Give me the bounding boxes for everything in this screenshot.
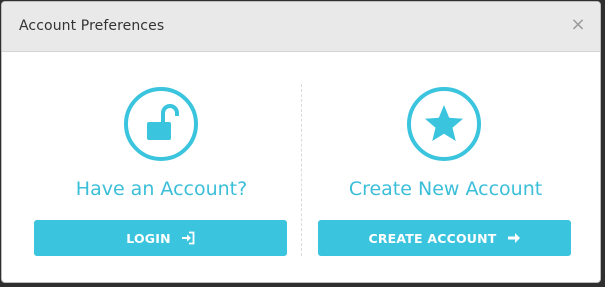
dialog-header: Account Preferences × — [2, 2, 600, 52]
login-heading: Have an Account? — [75, 178, 248, 200]
register-panel: Create New Account CREATE ACCOUNT — [302, 52, 600, 282]
arrow-right-icon — [507, 233, 520, 243]
close-icon[interactable]: × — [569, 15, 587, 35]
login-panel: Have an Account? LOGIN — [2, 52, 301, 282]
login-button[interactable]: LOGIN — [34, 220, 287, 256]
dialog-title: Account Preferences — [19, 18, 165, 34]
unlock-icon — [124, 87, 198, 161]
register-heading: Create New Account — [348, 178, 543, 200]
account-preferences-dialog: Account Preferences × Have an Account? L… — [1, 1, 601, 283]
sign-in-icon — [181, 231, 195, 245]
create-account-button[interactable]: CREATE ACCOUNT — [318, 220, 571, 256]
login-button-label: LOGIN — [126, 230, 171, 246]
create-account-button-label: CREATE ACCOUNT — [368, 230, 497, 246]
star-icon — [407, 87, 481, 161]
